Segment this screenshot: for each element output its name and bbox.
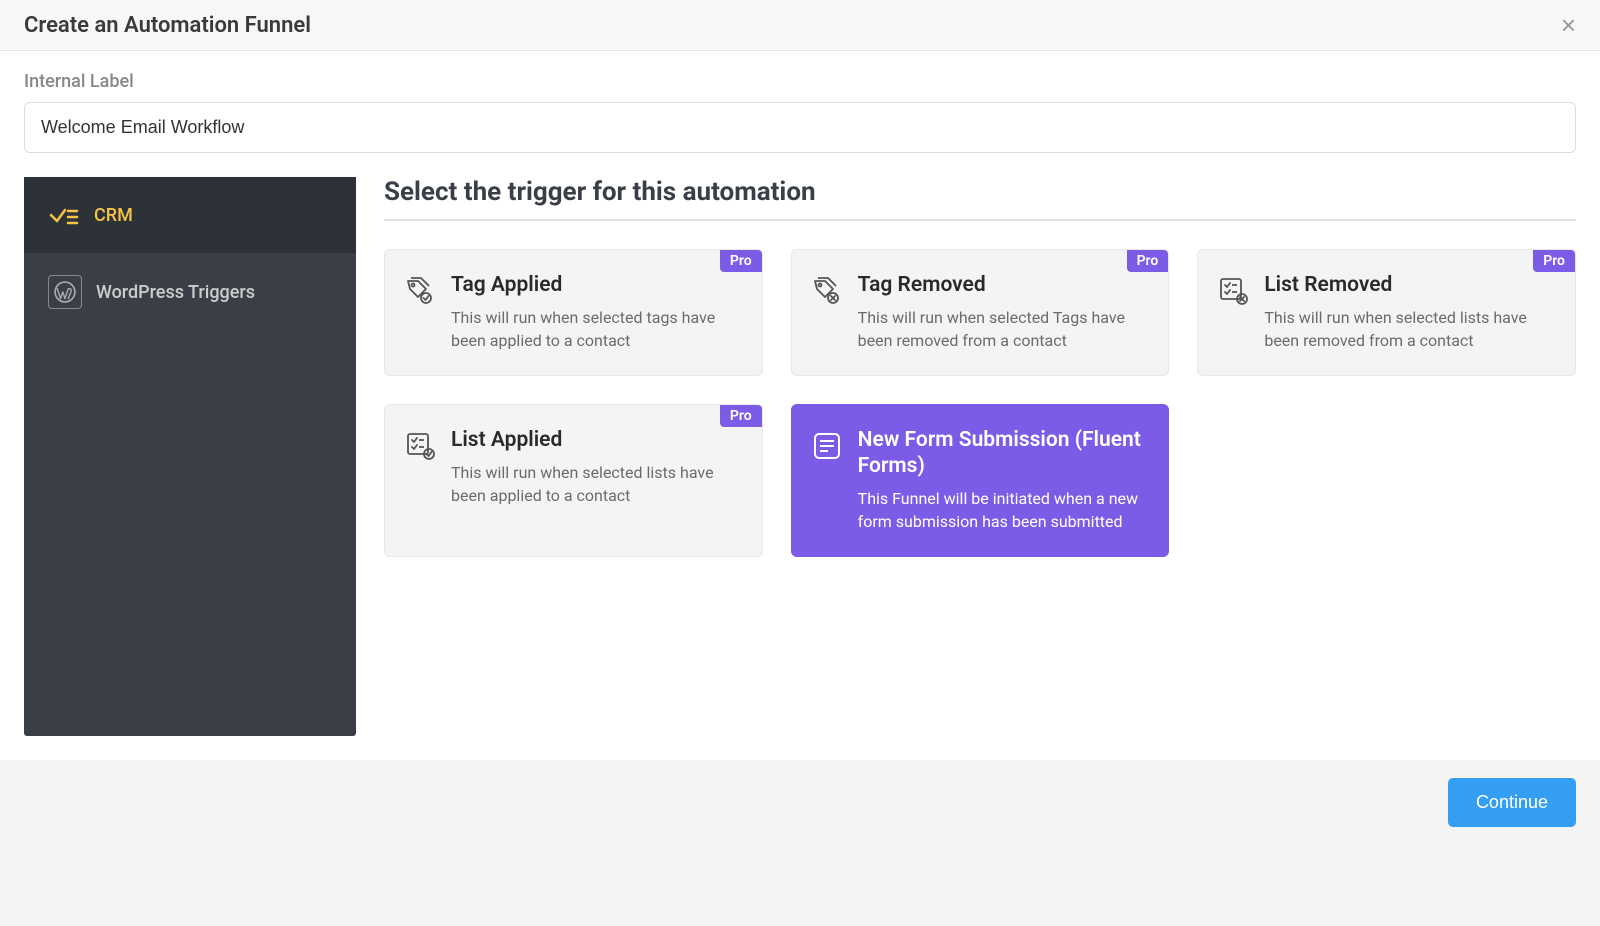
- automation-funnel-modal: Create an Automation Funnel × Internal L…: [0, 0, 1600, 760]
- trigger-title: New Form Submission (Fluent Forms): [858, 427, 1147, 480]
- trigger-body: Tag Applied This will run when selected …: [451, 272, 740, 353]
- internal-label-section: Internal Label: [0, 51, 1600, 169]
- trigger-category-sidebar: CRM WordPress Triggers: [24, 177, 356, 736]
- continue-button[interactable]: Continue: [1448, 778, 1576, 827]
- modal-title: Create an Automation Funnel: [24, 13, 311, 38]
- trigger-body: List Removed This will run when selected…: [1264, 272, 1553, 353]
- trigger-title: List Applied: [451, 427, 740, 453]
- trigger-description: This Funnel will be initiated when a new…: [858, 487, 1147, 533]
- content-heading: Select the trigger for this automation: [384, 177, 1576, 221]
- trigger-card-list-applied[interactable]: Pro List Applied: [384, 404, 763, 557]
- trigger-title: Tag Applied: [451, 272, 740, 298]
- modal-footer: Continue: [0, 760, 1600, 845]
- internal-label-label: Internal Label: [24, 71, 1576, 92]
- trigger-selection-area: Select the trigger for this automation P…: [384, 177, 1576, 736]
- sidebar-item-label: WordPress Triggers: [96, 282, 255, 303]
- list-removed-icon: [1216, 274, 1250, 308]
- trigger-card-tag-applied[interactable]: Pro Tag Applied This will run when selec…: [384, 249, 763, 376]
- trigger-body: New Form Submission (Fluent Forms) This …: [858, 427, 1147, 534]
- list-applied-icon: [403, 429, 437, 463]
- close-button[interactable]: ×: [1561, 12, 1576, 38]
- trigger-card-list-removed[interactable]: Pro List Removed: [1197, 249, 1576, 376]
- close-icon: ×: [1561, 10, 1576, 40]
- trigger-title: Tag Removed: [858, 272, 1147, 298]
- internal-label-input[interactable]: [24, 102, 1576, 153]
- form-icon: [810, 429, 844, 463]
- trigger-body: Tag Removed This will run when selected …: [858, 272, 1147, 353]
- main-content: CRM WordPress Triggers Select the trigge…: [0, 169, 1600, 760]
- trigger-description: This will run when selected tags have be…: [451, 306, 740, 352]
- wordpress-icon: [48, 275, 82, 309]
- sidebar-item-wordpress-triggers[interactable]: WordPress Triggers: [24, 253, 356, 331]
- trigger-card-new-form-submission[interactable]: New Form Submission (Fluent Forms) This …: [791, 404, 1170, 557]
- trigger-description: This will run when selected lists have b…: [451, 461, 740, 507]
- crm-icon: [48, 199, 80, 231]
- pro-badge: Pro: [1533, 250, 1575, 272]
- triggers-grid: Pro Tag Applied This will run when selec…: [384, 249, 1576, 557]
- tag-removed-icon: [810, 274, 844, 308]
- sidebar-item-label: CRM: [94, 205, 133, 226]
- trigger-card-tag-removed[interactable]: Pro Tag Removed This will run when selec…: [791, 249, 1170, 376]
- trigger-title: List Removed: [1264, 272, 1553, 298]
- sidebar-item-crm[interactable]: CRM: [24, 177, 356, 253]
- pro-badge: Pro: [720, 405, 762, 427]
- trigger-description: This will run when selected lists have b…: [1264, 306, 1553, 352]
- modal-header: Create an Automation Funnel ×: [0, 0, 1600, 51]
- tag-applied-icon: [403, 274, 437, 308]
- trigger-body: List Applied This will run when selected…: [451, 427, 740, 508]
- pro-badge: Pro: [1127, 250, 1169, 272]
- pro-badge: Pro: [720, 250, 762, 272]
- trigger-description: This will run when selected Tags have be…: [858, 306, 1147, 352]
